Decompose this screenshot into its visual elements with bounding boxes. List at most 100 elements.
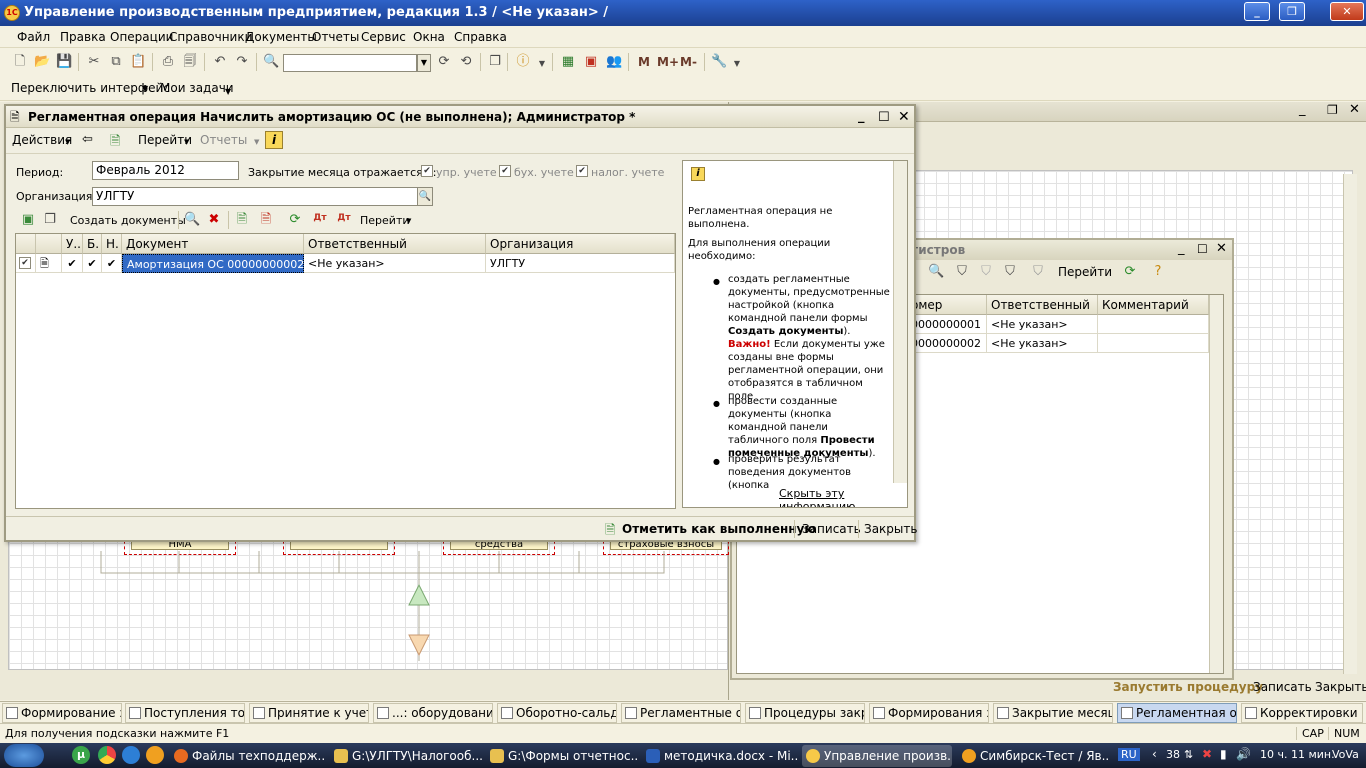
find-doc-icon[interactable]: 🔍 <box>184 212 200 228</box>
info-dropdown-icon[interactable]: ▼ <box>534 56 550 72</box>
memory-plus-button[interactable]: M+ <box>657 55 679 69</box>
tools-icon[interactable]: 🔧 <box>711 54 727 70</box>
procwin-scrollbar[interactable] <box>1343 174 1357 674</box>
taskbar-item-1c[interactable]: Управление произв... <box>802 745 952 767</box>
menu-help[interactable]: Справка <box>454 30 507 44</box>
dialog-close-button[interactable]: ✕ <box>898 106 910 128</box>
tab-window-6[interactable]: Регламентные оп... <box>621 703 741 723</box>
regwin-filter-off-icon[interactable]: ⛉ <box>978 264 994 280</box>
row-1-responsible[interactable]: <Не указан> <box>304 254 486 273</box>
regwin-close-button[interactable]: ✕ <box>1216 241 1227 256</box>
find-next-icon[interactable]: ⟳ <box>436 54 452 70</box>
post-docs-icon[interactable]: 🗎 <box>234 212 250 228</box>
find-prev-icon[interactable]: ⟲ <box>458 54 474 70</box>
menu-file[interactable]: Файл <box>17 30 50 44</box>
grid-goto-button[interactable]: Перейти <box>360 214 410 227</box>
dialog-save-button[interactable]: Записать <box>802 522 861 536</box>
menu-reports[interactable]: Отчеты <box>312 30 359 44</box>
refresh-icon[interactable]: ⟳ <box>287 212 303 228</box>
tab-window-8[interactable]: Формирования з... <box>869 703 989 723</box>
memory-minus-button[interactable]: M- <box>680 55 697 69</box>
col-mgmt[interactable]: У.. <box>62 234 83 254</box>
goto-dropdown-icon[interactable]: ▼ <box>184 138 189 146</box>
regwin-maximize-button[interactable]: ☐ <box>1197 242 1208 256</box>
row-1-organization[interactable]: УЛГТУ <box>486 254 675 273</box>
reg-row-1-responsible[interactable]: <Не указан> <box>987 315 1098 334</box>
utorrent-icon[interactable]: µ <box>72 746 90 764</box>
menu-service[interactable]: Сервис <box>361 30 406 44</box>
go-back-icon[interactable]: ⇦ <box>82 132 93 147</box>
col-document[interactable]: Документ <box>122 234 304 254</box>
taskbar-item-firefox[interactable]: Файлы техподдерж... <box>170 745 326 767</box>
reports-menu-button[interactable]: Отчеты <box>200 133 247 147</box>
language-indicator[interactable]: RU <box>1118 748 1140 761</box>
col-tax[interactable]: Н. <box>102 234 122 254</box>
search-dropdown-icon[interactable]: ▼ <box>417 54 431 72</box>
tax-accounting-checkbox[interactable]: ✔ <box>576 165 588 177</box>
tray-warning-icon[interactable]: ✖ <box>1202 747 1212 761</box>
col-organization[interactable]: Организация <box>486 234 675 254</box>
new-icon[interactable]: 🗋 <box>12 54 28 70</box>
grid-goto-dropdown-icon[interactable]: ▼ <box>406 217 411 225</box>
print-icon[interactable]: ⎙ <box>160 54 176 70</box>
book-accounting-checkbox[interactable]: ✔ <box>499 165 511 177</box>
regwin-minimize-button[interactable]: _ <box>1178 241 1185 256</box>
media-icon[interactable] <box>146 746 164 764</box>
menu-catalogs[interactable]: Справочники <box>169 30 252 44</box>
col-book[interactable]: Б. <box>83 234 102 254</box>
documents-grid[interactable]: У.. Б. Н. Документ Ответственный Организ… <box>15 233 676 509</box>
regwin-help-icon[interactable]: ? <box>1150 264 1166 280</box>
menu-documents[interactable]: Документы <box>245 30 317 44</box>
info-icon[interactable]: ⓘ <box>515 54 531 70</box>
dt-kt-icon[interactable]: Дт <box>312 210 328 226</box>
undo-icon[interactable]: ↶ <box>212 54 228 70</box>
taskbar-item-folder-2[interactable]: G:\Формы отчетнос... <box>486 745 638 767</box>
ie-icon[interactable] <box>122 746 140 764</box>
maximize-button[interactable]: ❐ <box>1279 2 1305 21</box>
tools-dropdown-icon[interactable]: ▼ <box>729 56 745 72</box>
procwin-restore-button[interactable]: ❐ <box>1327 103 1338 117</box>
reg-row-2-responsible[interactable]: <Не указан> <box>987 334 1098 353</box>
organization-field[interactable]: УЛГТУ <box>92 187 418 206</box>
post-icon[interactable]: 🗎 <box>110 132 120 154</box>
col-responsible[interactable]: Ответственный <box>304 234 486 254</box>
reg-row-1-number[interactable]: 0000000001 <box>907 315 987 334</box>
switch-interface-dropdown-icon[interactable]: ▼ <box>142 84 148 93</box>
minimize-button[interactable]: _ <box>1244 2 1270 21</box>
menu-operations[interactable]: Операции <box>110 30 173 44</box>
delete-doc-icon[interactable]: ✖ <box>206 212 222 228</box>
actions-menu-button[interactable]: Действия <box>12 133 72 147</box>
tab-window-11[interactable]: Корректировки з... <box>1241 703 1363 723</box>
info-panel-scrollbar[interactable] <box>893 161 907 483</box>
mgmt-accounting-checkbox[interactable]: ✔ <box>421 165 433 177</box>
search-icon[interactable]: 🔍 <box>263 54 279 70</box>
print-preview-icon[interactable]: 🗐 <box>182 54 198 70</box>
col-responsible[interactable]: Ответственный <box>987 295 1098 315</box>
regwin-clear-filter-icon[interactable]: ⛉ <box>1030 264 1046 280</box>
dt-kt-tax-icon[interactable]: Дт <box>336 210 352 226</box>
search-input[interactable] <box>283 54 417 72</box>
regwin-goto-button[interactable]: Перейти <box>1058 265 1112 279</box>
tray-network-icon[interactable]: ⇅ <box>1184 748 1193 761</box>
registers-grid-scrollbar[interactable] <box>1209 295 1223 673</box>
dialog-close-link[interactable]: Закрыть <box>864 522 917 536</box>
menu-edit[interactable]: Правка <box>60 30 106 44</box>
regwin-refresh-icon[interactable]: ⟳ <box>1122 264 1138 280</box>
tray-signal-icon[interactable]: ▮ <box>1220 747 1227 761</box>
windows-icon[interactable]: ❐ <box>487 54 503 70</box>
taskbar-item-word[interactable]: методичка.docx - Mi... <box>642 745 798 767</box>
tray-expand-icon[interactable]: ‹ <box>1152 747 1157 761</box>
reg-row-2-comment[interactable] <box>1098 334 1209 353</box>
unpost-docs-icon[interactable]: 🗎 <box>258 212 274 228</box>
menu-windows[interactable]: Окна <box>413 30 445 44</box>
reports-dropdown-icon[interactable]: ▼ <box>254 138 259 146</box>
mark-done-button[interactable]: Отметить как выполненную <box>622 522 816 536</box>
tab-window-2[interactable]: Поступления това... <box>125 703 245 723</box>
col-number[interactable]: омер <box>907 295 987 315</box>
users-icon[interactable]: 👥 <box>606 54 622 70</box>
tab-window-1[interactable]: Формирование з... <box>2 703 122 723</box>
calendar-icon[interactable]: ▣ <box>583 54 599 70</box>
copy-icon[interactable]: ⧉ <box>108 54 124 70</box>
tab-window-10[interactable]: Регламентная оп... <box>1117 703 1237 723</box>
taskbar-item-folder-1[interactable]: G:\УЛГТУ\Налогооб... <box>330 745 482 767</box>
